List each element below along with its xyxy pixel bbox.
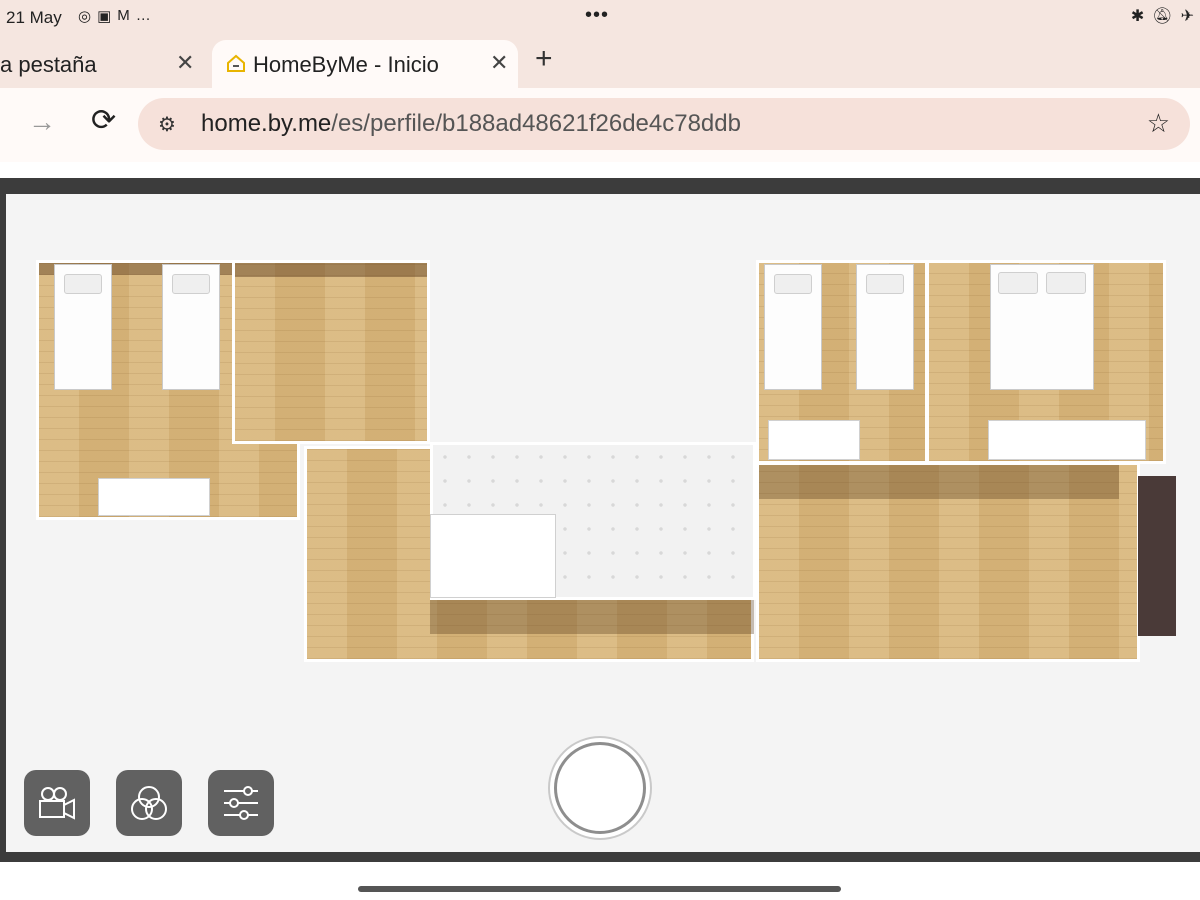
room-top-left — [232, 260, 430, 444]
bookmark-star-icon[interactable]: ☆ — [1147, 108, 1170, 139]
url-host: home.by.me — [201, 110, 332, 137]
tab-title: a pestaña — [0, 52, 97, 77]
viewer-frame — [0, 178, 1200, 862]
pillow — [172, 274, 210, 294]
capture-button[interactable] — [554, 742, 646, 834]
status-bar: 21 May ◎ ▣ M … ••• ✱ 🔕︎ ✈ — [0, 0, 1200, 36]
status-system-icons: ✱ 🔕︎ ✈ — [1131, 6, 1194, 26]
desk — [98, 478, 210, 516]
camera-button[interactable] — [24, 770, 90, 836]
status-time: 21 May — [6, 8, 62, 27]
settings-button[interactable] — [208, 770, 274, 836]
pillow — [774, 274, 812, 294]
browser-toolbar: → ⟳ ⚙ home.by.me/es/perfile/b188ad48621f… — [0, 88, 1200, 162]
tab-previous[interactable]: a pestaña ✕ — [0, 40, 208, 88]
more-dots-icon: … — [135, 7, 151, 24]
settings-sliders-icon — [224, 786, 258, 820]
airplane-icon: ✈ — [1180, 8, 1194, 25]
address-bar[interactable]: ⚙ home.by.me/es/perfile/b188ad48621f26de… — [138, 98, 1190, 150]
wall-shadow — [759, 465, 1119, 499]
tab-strip: a pestaña ✕ HomeByMe - Inicio ✕ + — [0, 36, 1200, 88]
wall-shadow — [430, 600, 754, 634]
dresser — [988, 420, 1146, 460]
pillow — [64, 274, 102, 294]
bathtub — [430, 514, 556, 598]
filters-icon — [131, 786, 167, 820]
camera-icon — [39, 787, 75, 820]
filters-button[interactable] — [116, 770, 182, 836]
pillow — [866, 274, 904, 294]
tab-close-icon[interactable]: ✕ — [490, 50, 508, 76]
whatsapp-icon: ◎ — [78, 8, 92, 25]
gesture-bar — [0, 862, 1200, 900]
status-notification-icons: ◎ ▣ M … — [78, 7, 151, 25]
calendar-icon: ▣ — [97, 8, 112, 25]
floorplan-viewer[interactable] — [6, 194, 1200, 852]
tab-close-icon[interactable]: ✕ — [176, 50, 194, 76]
desk — [768, 420, 860, 460]
site-info-icon[interactable]: ⚙ — [158, 112, 176, 137]
homebyme-house-icon — [227, 54, 245, 72]
wall-shadow — [235, 263, 427, 277]
home-handle[interactable] — [358, 886, 841, 892]
url-path: /es/perfile/b188ad48621f26de4c78ddb — [331, 110, 741, 137]
bluetooth-icon: ✱ — [1130, 8, 1145, 25]
bell-muted-icon: 🔕︎ — [1152, 8, 1173, 25]
multiwindow-dots[interactable]: ••• — [585, 4, 609, 27]
pillow — [1046, 272, 1086, 294]
gmail-icon: M — [117, 7, 130, 24]
tab-homebyme[interactable]: HomeByMe - Inicio ✕ — [212, 40, 518, 88]
tab-title: HomeByMe - Inicio — [253, 52, 439, 77]
balcony-deck — [1138, 476, 1176, 636]
new-tab-button[interactable]: + — [535, 42, 553, 76]
forward-button[interactable]: → — [28, 106, 56, 138]
url-text[interactable]: home.by.me/es/perfile/b188ad48621f26de4c… — [201, 110, 741, 138]
pillow — [998, 272, 1038, 294]
reload-button[interactable]: ⟳ — [91, 103, 116, 138]
